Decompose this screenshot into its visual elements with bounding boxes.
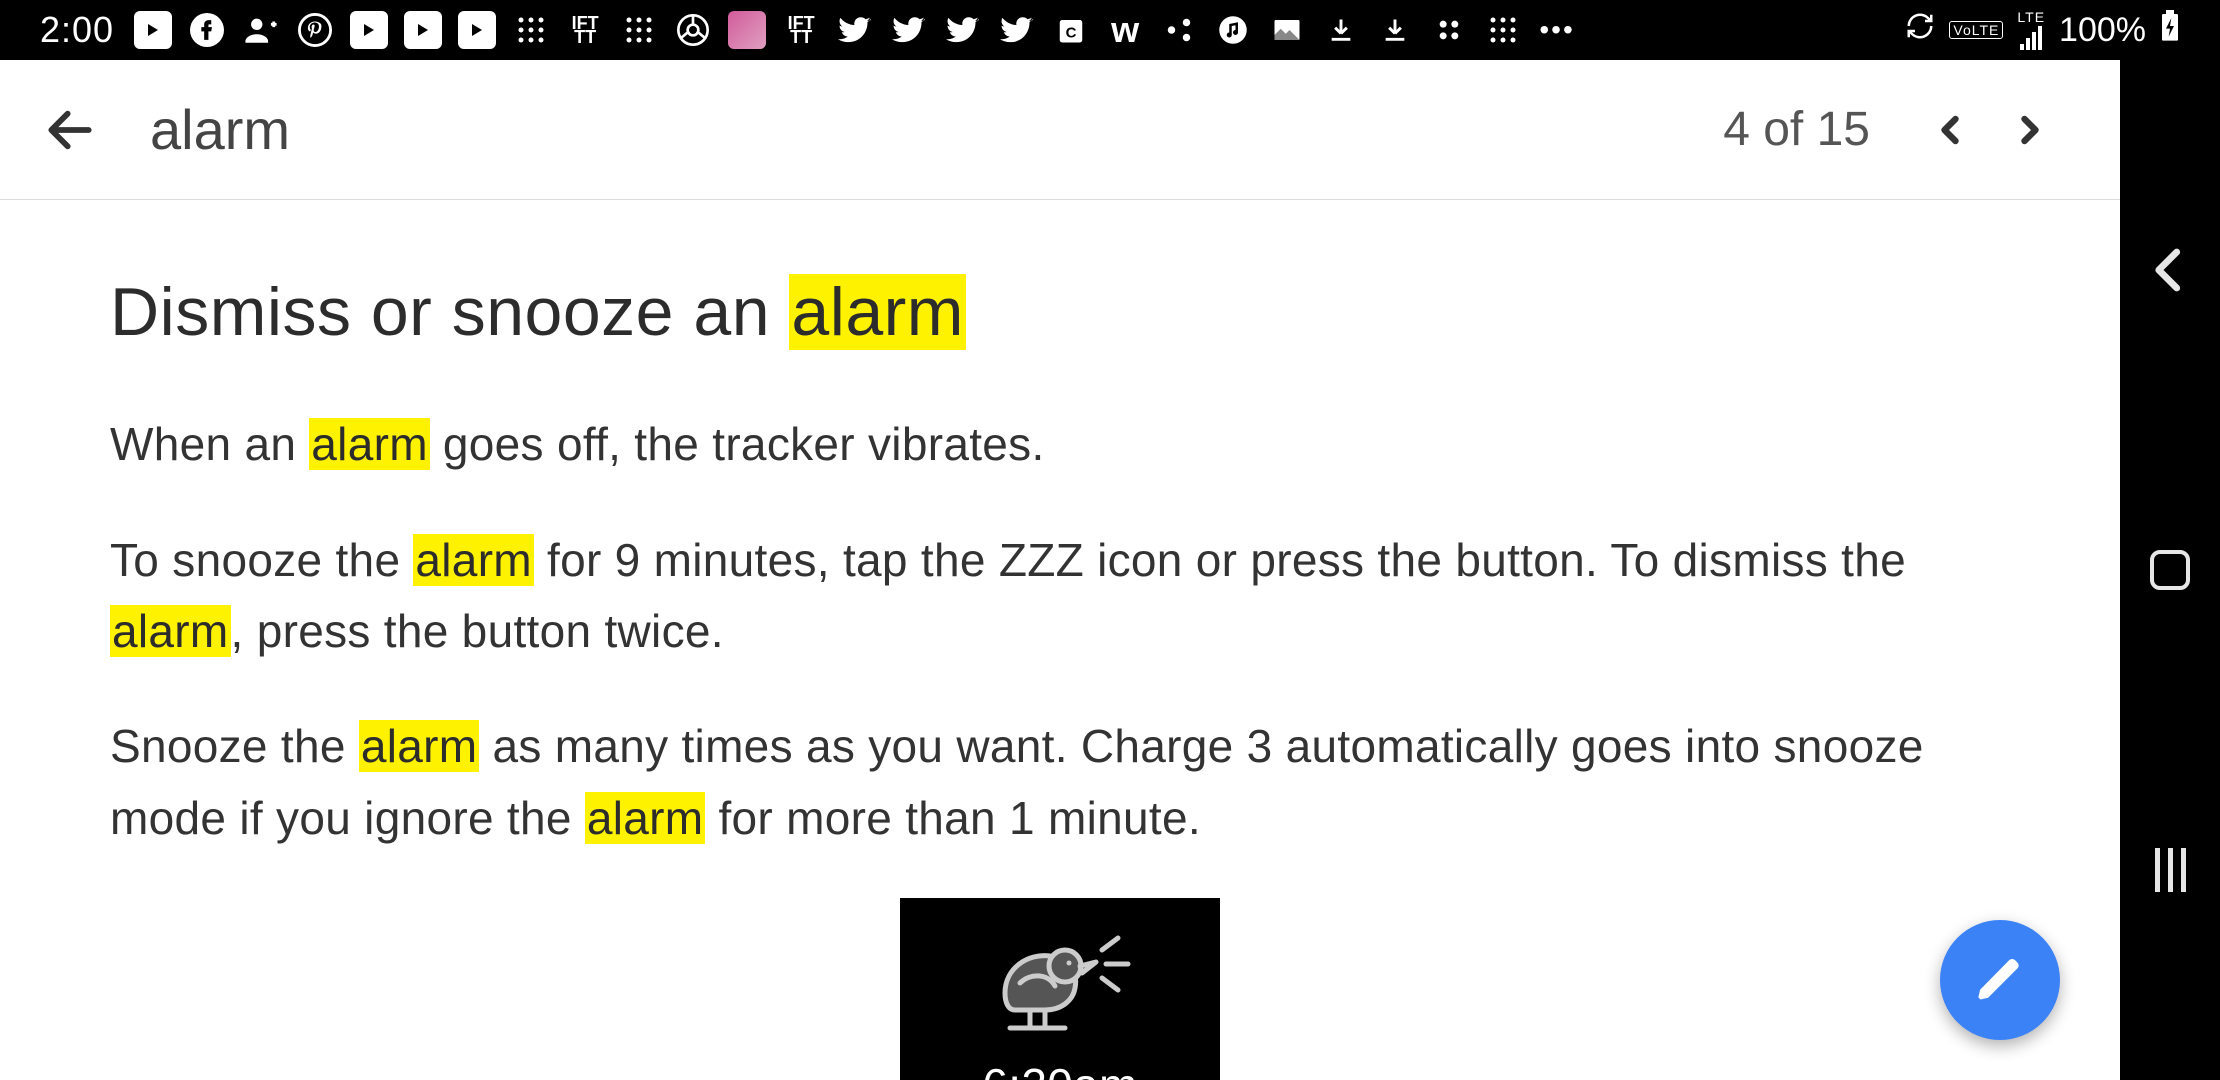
twitter-icon [836, 11, 874, 49]
nav-home-button[interactable] [2135, 510, 2205, 630]
ifttt-icon: IFT TT [782, 11, 820, 49]
paragraph-text: , press the button twice. [231, 605, 724, 657]
download-icon [1376, 11, 1414, 49]
rotate-icon [1905, 11, 1935, 50]
svg-text:C: C [1066, 25, 1077, 42]
paragraph-text: for 9 minutes, tap the ZZZ icon or press… [534, 534, 1906, 586]
download-icon [1322, 11, 1360, 49]
youtube-icon [404, 11, 442, 49]
home-square-icon [2150, 550, 2190, 590]
find-in-page-bar: alarm 4 of 15 [0, 60, 2120, 200]
highlight: alarm [585, 792, 706, 844]
youtube-icon [350, 11, 388, 49]
pencil-icon [1974, 954, 2026, 1006]
battery-text: 100% [2059, 11, 2146, 50]
share-icon [1160, 11, 1198, 49]
prev-result-button[interactable] [1910, 90, 1990, 170]
signal-bars-icon [2020, 26, 2042, 50]
twitter-icon [890, 11, 928, 49]
app-grid-icon [1430, 11, 1468, 49]
search-term[interactable]: alarm [150, 97, 1723, 162]
hash-icon [1484, 11, 1522, 49]
more-icon: ••• [1538, 11, 1576, 49]
recents-bars-icon [2155, 848, 2186, 892]
facebook-icon [188, 11, 226, 49]
paragraph-text: for more than 1 minute. [705, 792, 1201, 844]
paragraph-text: To snooze the [110, 534, 413, 586]
app-content: alarm 4 of 15 Dismiss or snooze an alarm… [0, 60, 2120, 1080]
article-paragraph: To snooze the alarm for 9 minutes, tap t… [110, 525, 2010, 668]
status-time: 2:00 [40, 9, 114, 51]
alarm-illustration-tile: 6:20am [900, 898, 1220, 1080]
youtube-icon [458, 11, 496, 49]
alarm-tile-time: 6:20am [982, 1050, 1137, 1080]
article-paragraph: When an alarm goes off, the tracker vibr… [110, 409, 2010, 480]
highlight: alarm [309, 418, 430, 470]
calendar-icon: C [1052, 11, 1090, 49]
paragraph-text: When an [110, 418, 309, 470]
music-icon [1214, 11, 1252, 49]
battery-charging-icon [2160, 10, 2180, 51]
edit-fab-button[interactable] [1940, 920, 2060, 1040]
bird-chirp-icon [970, 918, 1150, 1038]
pinterest-icon [296, 11, 334, 49]
search-result-counter: 4 of 15 [1723, 102, 1870, 157]
chrome-icon [674, 11, 712, 49]
volte-indicator: VoLTE [1949, 21, 2003, 39]
android-nav-bar [2120, 60, 2220, 1080]
article-paragraph: Snooze the alarm as many times as you wa… [110, 711, 2010, 854]
network-type: LTE [2017, 10, 2045, 24]
status-notification-icons: IFT TT IFT TT C w ••• [134, 11, 1905, 49]
ifttt-icon: IFT TT [566, 11, 604, 49]
nav-recents-button[interactable] [2135, 810, 2205, 930]
status-right-cluster: VoLTE LTE 100% [1905, 10, 2180, 51]
paragraph-text: Snooze the [110, 720, 359, 772]
twitter-icon [944, 11, 982, 49]
heading-text: Dismiss or snooze an [110, 274, 789, 350]
android-status-bar: 2:00 IFT TT IFT TT C w ••• VoLTE LTE [0, 0, 2220, 60]
paragraph-text: goes off, the tracker vibrates. [430, 418, 1045, 470]
highlight: alarm [789, 274, 966, 350]
hash-icon [512, 11, 550, 49]
highlight: alarm [413, 534, 534, 586]
person-add-icon [242, 11, 280, 49]
image-icon [1268, 11, 1306, 49]
nav-back-button[interactable] [2135, 210, 2205, 330]
hash-icon [620, 11, 658, 49]
next-result-button[interactable] [1990, 90, 2070, 170]
wattpad-icon: w [1106, 11, 1144, 49]
twitter-icon [998, 11, 1036, 49]
highlight: alarm [359, 720, 480, 772]
youtube-icon [134, 11, 172, 49]
help-article[interactable]: Dismiss or snooze an alarm When an alarm… [0, 200, 2120, 1080]
back-button[interactable] [30, 90, 110, 170]
app-icon [728, 11, 766, 49]
highlight: alarm [110, 605, 231, 657]
article-heading: Dismiss or snooze an alarm [110, 260, 2010, 365]
